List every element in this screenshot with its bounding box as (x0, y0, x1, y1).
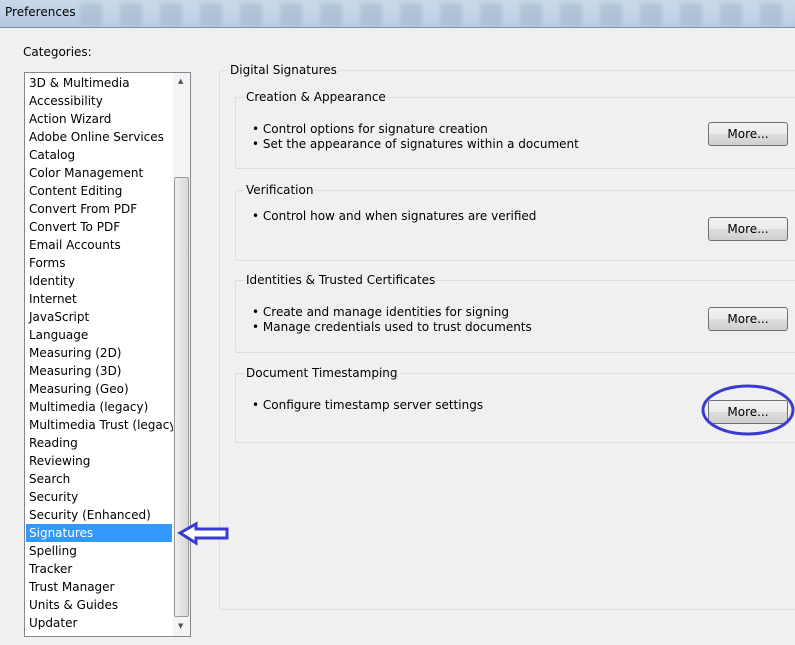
annotation-overlay (177, 384, 795, 546)
arrow-annotation-icon (177, 521, 229, 546)
ellipse-annotation (701, 384, 795, 436)
